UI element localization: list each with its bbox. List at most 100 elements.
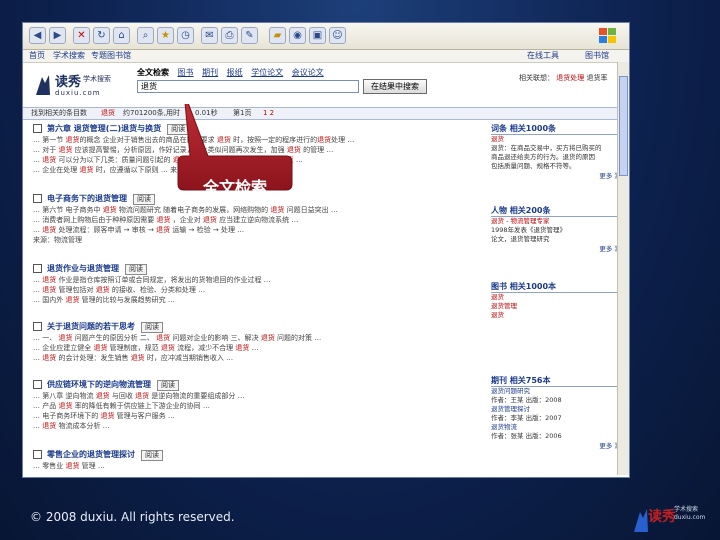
links-bar: 首页 学术搜索 专题图书馆 在线工具 图书馆 xyxy=(23,50,629,63)
favorites-icon[interactable]: ★ xyxy=(157,27,174,44)
result-snippet: … 退货 物流成本分析 … xyxy=(33,422,110,430)
refresh-icon[interactable]: ↻ xyxy=(93,27,110,44)
read-button[interactable]: 阅读 xyxy=(133,194,155,205)
result-snippet: … 企业应建立健全 退货 管理制度，规范 退货 流程，减少不合理 退货 … xyxy=(33,344,259,352)
panel-line[interactable]: 退货物流 xyxy=(491,423,621,432)
panel-heading[interactable]: 图书 相关1000本 xyxy=(491,281,621,293)
panel-line: 商品退还给卖方的行为。退货的原因 xyxy=(491,153,595,161)
browser-toolbar: ◀ ▶ ✕ ↻ ⌂ ⌕ ★ ◷ ✉ ⎙ ✎ ▰ ◉ ▣ ☺ xyxy=(23,23,629,50)
result-title-link[interactable]: 电子商务下的退货管理 xyxy=(47,194,127,203)
search-icon[interactable]: ⌕ xyxy=(137,27,154,44)
result-title-link[interactable]: 零售企业的退货管理探讨 xyxy=(47,450,135,459)
result-snippet: … 退货 作业是指仓库按照订单或合同规定，将发出的货物退回的作业过程 … xyxy=(33,276,271,284)
tab-theses[interactable]: 学位论文 xyxy=(251,68,283,77)
right-panel-books: 图书 相关1000本 退货 退货管理 退货 xyxy=(491,281,621,320)
more-link[interactable]: 更多 》 xyxy=(491,171,621,181)
discuss-icon[interactable]: ▣ xyxy=(309,27,326,44)
forward-icon[interactable]: ▶ xyxy=(49,27,66,44)
link-home[interactable]: 首页 xyxy=(29,50,45,62)
tab-books[interactable]: 图书 xyxy=(178,68,194,77)
related-label: 相关联想： xyxy=(519,74,554,82)
tab-newspapers[interactable]: 报纸 xyxy=(227,68,243,77)
panel-line[interactable]: 退货管理 xyxy=(491,302,621,311)
search-input[interactable]: 退货 xyxy=(137,80,359,93)
vertical-scrollbar[interactable] xyxy=(617,62,629,475)
link-online-tools[interactable]: 在线工具 xyxy=(527,50,559,62)
more-link[interactable]: 更多 》 xyxy=(491,441,621,451)
result-checkbox[interactable] xyxy=(33,380,42,389)
folder-icon[interactable]: ▰ xyxy=(269,27,286,44)
result-item: 供应链环境下的逆向物流管理 阅读 … 第八章 逆向物流 退货 与回收 退货 是逆向… xyxy=(33,379,485,431)
panel-line: 作者：张某 出版：2006 xyxy=(491,432,562,440)
logo-url: duxiu.com xyxy=(55,89,101,97)
scrollbar-thumb[interactable] xyxy=(619,76,628,176)
logo-tagline: 学术搜索 xyxy=(83,75,111,83)
stop-icon[interactable]: ✕ xyxy=(73,27,90,44)
panel-line[interactable]: 退货管理探讨 xyxy=(491,405,621,414)
more-link[interactable]: 更多 》 xyxy=(491,244,621,254)
panel-line: 1998年发表《退货管理》 xyxy=(491,226,567,234)
result-checkbox[interactable] xyxy=(33,264,42,273)
site-logo[interactable]: 读秀 学术搜索 duxiu.com xyxy=(33,71,121,99)
link-library[interactable]: 图书馆 xyxy=(585,50,609,62)
result-snippet: … 一、 退货 问题产生的原因分析 二、 退货 问题对企业的影响 三、解决 退货… xyxy=(33,334,322,342)
right-panel-people: 人物 相关200条 退货 - 物流管理专家 1998年发表《退货管理》 论文，退… xyxy=(491,205,621,254)
panel-line[interactable]: 退货 - 物流管理专家 xyxy=(491,217,621,226)
panel-heading[interactable]: 词条 相关1000条 xyxy=(491,123,621,135)
copyright-text: © 2008 duxiu. All rights reserved. xyxy=(30,510,235,524)
result-checkbox[interactable] xyxy=(33,322,42,331)
logo-text: 读秀 xyxy=(55,75,82,90)
panel-line: 作者：李某 出版：2007 xyxy=(491,414,562,422)
result-checkbox[interactable] xyxy=(33,194,42,203)
result-title-link[interactable]: 退货作业与退货管理 xyxy=(47,264,119,273)
panel-line: 论文，退货管理研究 xyxy=(491,235,550,243)
panel-line[interactable]: 退货问题研究 xyxy=(491,387,621,396)
media-icon[interactable]: ◉ xyxy=(289,27,306,44)
link-academic-search[interactable]: 学术搜索 xyxy=(53,50,85,62)
link-special-library[interactable]: 专题图书馆 xyxy=(91,50,131,62)
callout-label: 全文检索 xyxy=(202,178,267,197)
windows-logo-icon xyxy=(599,28,616,43)
read-button[interactable]: 阅读 xyxy=(157,380,179,391)
panel-line[interactable]: 退货 xyxy=(491,135,621,144)
read-button[interactable]: 阅读 xyxy=(125,264,147,275)
related-item[interactable]: 退货处理 xyxy=(556,74,584,82)
result-label: 找到相关的条目数 xyxy=(31,109,87,117)
panel-line[interactable]: 退货 xyxy=(491,293,621,302)
logo-figure-icon xyxy=(36,75,50,95)
result-item: 退货作业与退货管理 阅读 … 退货 作业是指仓库按照订单或合同规定，将发出的货物退… xyxy=(33,263,485,305)
edit-icon[interactable]: ✎ xyxy=(241,27,258,44)
back-icon[interactable]: ◀ xyxy=(29,27,46,44)
panel-heading[interactable]: 期刊 相关756本 xyxy=(491,375,621,387)
result-title-link[interactable]: 供应链环境下的逆向物流管理 xyxy=(47,380,151,389)
tab-fulltext[interactable]: 全文检索 xyxy=(137,68,169,77)
bottom-logo-text: 读秀 xyxy=(648,509,676,525)
read-button[interactable]: 阅读 xyxy=(141,322,163,333)
right-panel-entries: 词条 相关1000条 退货 退货：在商品交易中，买方将已购买的 商品退还给卖方的… xyxy=(491,123,621,181)
result-title-link[interactable]: 关于退货问题的若干思考 xyxy=(47,322,135,331)
read-button[interactable]: 阅读 xyxy=(141,450,163,461)
result-checkbox[interactable] xyxy=(33,124,42,133)
right-panel-journals: 期刊 相关756本 退货问题研究 作者：王某 出版：2008 退货管理探讨 作者… xyxy=(491,375,621,451)
browser-window: ◀ ▶ ✕ ↻ ⌂ ⌕ ★ ◷ ✉ ⎙ ✎ ▰ ◉ ▣ ☺ 首页 学术搜索 专题… xyxy=(22,22,630,478)
home-icon[interactable]: ⌂ xyxy=(113,27,130,44)
tab-journals[interactable]: 期刊 xyxy=(202,68,218,77)
tab-conferences[interactable]: 会议论文 xyxy=(292,68,324,77)
panel-line[interactable]: 退货 xyxy=(491,311,621,320)
panel-heading[interactable]: 人物 相关200条 xyxy=(491,205,621,217)
history-icon[interactable]: ◷ xyxy=(177,27,194,44)
search-within-results-button[interactable]: 在结果中搜索 xyxy=(363,79,427,94)
bottom-logo-sub: 学术搜索 duxiu.com xyxy=(674,506,706,521)
result-snippet: … 零售业 退货 管理 … xyxy=(33,462,105,470)
related-suggestions: 相关联想： 退货处理 退货率 xyxy=(519,73,607,83)
result-snippet: … 消费者网上购物后由于种种原因需要 退货 ，企业对 退货 应当建立逆向物流系统… xyxy=(33,216,299,224)
print-icon[interactable]: ⎙ xyxy=(221,27,238,44)
result-snippet: … 国内外 退货 管理的比较与发展趋势研究 … xyxy=(33,296,175,304)
related-item[interactable]: 退货率 xyxy=(586,74,607,82)
result-title-link[interactable]: 第六章 退货管理(二)退货与换货 xyxy=(47,124,161,133)
messenger-icon[interactable]: ☺ xyxy=(329,27,346,44)
result-summary-bar: 找到相关的条目数 退货 约701200条,用时 0.01秒 第1页 1 2 xyxy=(23,107,629,120)
result-checkbox[interactable] xyxy=(33,450,42,459)
mail-icon[interactable]: ✉ xyxy=(201,27,218,44)
panel-line: 包括质量问题、规格不符等。 xyxy=(491,162,576,170)
